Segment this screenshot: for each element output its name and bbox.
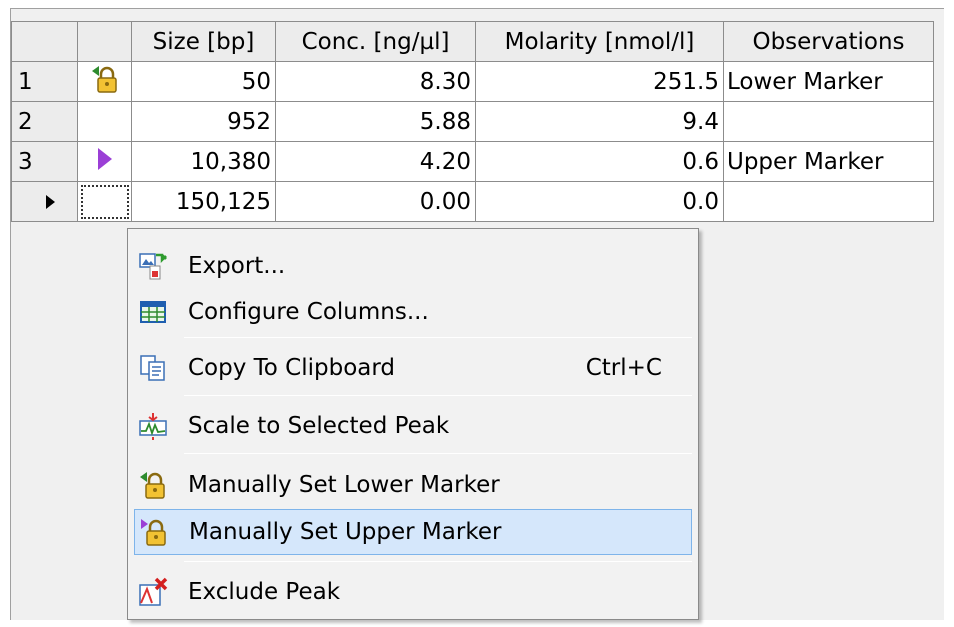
marker-cell[interactable] [77,141,132,182]
header-observations[interactable]: Observations [723,21,934,62]
copy-icon [138,353,168,383]
table-row-new[interactable]: 150,125 0.00 0.0 [11,181,934,222]
menu-item-configure-columns[interactable]: Configure Columns... [134,289,692,335]
upper-marker-triangle-icon [97,147,112,170]
marker-cell[interactable] [77,181,132,222]
table-row[interactable]: 2 952 5.88 9.4 [11,101,934,142]
size-cell[interactable]: 10,380 [131,141,276,182]
menu-item-set-upper-marker[interactable]: Manually Set Upper Marker [134,509,692,555]
menu-item-label: Configure Columns... [188,299,429,325]
menu-item-label: Manually Set Lower Marker [188,472,500,498]
table-row[interactable]: 3 10,380 4.20 0.6 Upper Marker [11,141,934,182]
export-icon [138,251,168,281]
row-index[interactable]: 3 [11,141,78,182]
row-index[interactable]: 1 [11,61,78,102]
table-row[interactable]: 1 50 8.30 251.5 Lower Marker [11,61,934,102]
menu-separator [184,337,692,338]
row-index[interactable]: 2 [11,101,78,142]
menu-item-label: Scale to Selected Peak [188,413,450,439]
size-cell[interactable]: 150,125 [131,181,276,222]
menu-item-label: Exclude Peak [188,579,341,605]
configure-columns-icon [138,297,168,327]
conc-cell[interactable]: 0.00 [275,181,476,222]
observations-cell[interactable]: Upper Marker [723,141,934,182]
lower-marker-lock-icon [91,65,117,93]
molarity-cell[interactable]: 0.0 [475,181,724,222]
exclude-peak-icon [138,577,168,607]
menu-item-label: Manually Set Upper Marker [189,519,502,545]
molarity-cell[interactable]: 9.4 [475,101,724,142]
observations-cell[interactable] [723,181,934,222]
current-row-arrow-icon [46,195,55,209]
menu-item-shortcut: Ctrl+C [585,355,662,381]
menu-separator [184,561,692,562]
header-size[interactable]: Size [bp] [131,21,276,62]
menu-item-set-lower-marker[interactable]: Manually Set Lower Marker [134,462,692,508]
conc-cell[interactable]: 5.88 [275,101,476,142]
menu-item-label: Copy To Clipboard [188,355,396,381]
molarity-cell[interactable]: 251.5 [475,61,724,102]
size-cell[interactable]: 952 [131,101,276,142]
menu-item-scale-to-selected-peak[interactable]: Scale to Selected Peak [134,403,692,449]
size-cell[interactable]: 50 [131,61,276,102]
menu-item-exclude-peak[interactable]: Exclude Peak [134,569,692,615]
menu-item-label: Export... [188,253,286,279]
menu-separator [184,395,692,396]
marker-cell[interactable] [77,61,132,102]
row-index[interactable] [11,181,78,222]
menu-item-export[interactable]: Export... [134,243,692,289]
lower-marker-lock-icon [138,470,168,500]
header-index[interactable] [11,21,78,62]
observations-cell[interactable]: Lower Marker [723,61,934,102]
table-header-row: Size [bp] Conc. [ng/µl] Molarity [nmol/l… [11,21,934,62]
peak-table: Size [bp] Conc. [ng/µl] Molarity [nmol/l… [11,21,934,222]
context-menu: Export... Configure Columns... Copy To C… [127,228,699,620]
conc-cell[interactable]: 8.30 [275,61,476,102]
molarity-cell[interactable]: 0.6 [475,141,724,182]
menu-item-copy-to-clipboard[interactable]: Copy To Clipboard Ctrl+C [134,345,692,391]
scale-peak-icon [138,411,168,441]
header-molarity[interactable]: Molarity [nmol/l] [475,21,724,62]
header-marker[interactable] [77,21,132,62]
marker-cell[interactable] [77,101,132,142]
conc-cell[interactable]: 4.20 [275,141,476,182]
observations-cell[interactable] [723,101,934,142]
upper-marker-lock-icon [139,517,169,547]
header-conc[interactable]: Conc. [ng/µl] [275,21,476,62]
menu-separator [184,453,692,454]
